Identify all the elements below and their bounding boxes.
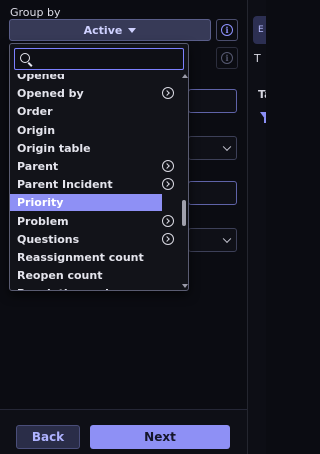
search-input[interactable] (35, 51, 180, 67)
option-label: Resolution code (17, 287, 116, 290)
group-by-info-button[interactable]: i (216, 19, 238, 41)
option-item[interactable]: Order (10, 103, 162, 120)
group-by-label: Group by (10, 6, 61, 19)
option-label: Parent (17, 160, 59, 173)
option-item[interactable]: Origin table (10, 140, 162, 157)
option-item[interactable]: Opened (10, 74, 162, 84)
filter-icon[interactable] (260, 112, 266, 123)
option-item[interactable]: Parent Incident (10, 176, 174, 193)
background-select[interactable] (188, 136, 237, 160)
chevron-down-icon (222, 142, 232, 152)
background-input-field[interactable] (188, 89, 237, 113)
chevron-down-icon (222, 234, 232, 244)
option-item[interactable]: Parent (10, 158, 174, 175)
option-label: Opened (17, 74, 65, 82)
option-item[interactable]: Questions (10, 231, 174, 248)
option-item[interactable]: Opened by (10, 85, 174, 102)
option-label: Questions (17, 232, 80, 246)
option-label: Priority (17, 196, 64, 210)
option-label: Parent Incident (17, 178, 113, 192)
back-button[interactable]: Back (16, 425, 80, 449)
group-by-selected-value: Active (83, 23, 123, 37)
option-item[interactable]: Reopen count (10, 267, 162, 284)
chevron-right-circle-icon[interactable] (162, 160, 174, 172)
option-label: Opened by (17, 87, 84, 101)
dropdown-search[interactable] (14, 48, 184, 70)
right-panel-text: T (254, 52, 261, 65)
chevron-right-circle-icon[interactable] (162, 178, 174, 191)
option-item[interactable]: Origin (10, 122, 162, 139)
background-input-field[interactable] (188, 181, 237, 205)
option-item[interactable]: Resolution code (10, 285, 162, 290)
info-icon: i (221, 24, 233, 36)
group-by-select[interactable]: Active (9, 19, 211, 41)
right-panel-tab[interactable]: E (253, 16, 266, 44)
chevron-right-circle-icon[interactable] (162, 214, 174, 227)
option-list: Opened Opened by Order Origin Origin table Pa… (10, 74, 180, 290)
right-side-panel: E T Ta (247, 0, 266, 454)
scroll-up-icon[interactable] (182, 74, 188, 78)
option-label: Origin (17, 123, 56, 137)
search-icon (20, 53, 30, 63)
option-label: Reopen count (17, 269, 103, 283)
option-label: Problem (17, 214, 69, 228)
option-label: Origin table (17, 141, 91, 155)
chevron-right-circle-icon[interactable] (162, 232, 174, 245)
info-icon: i (221, 52, 233, 64)
group-by-dropdown: Opened Opened by Order Origin Origin table Pa… (9, 43, 189, 291)
option-label: Reassignment count (17, 251, 144, 264)
right-panel-heading: Ta (258, 88, 266, 101)
option-item[interactable]: Priority (10, 194, 162, 212)
option-label: Order (17, 105, 53, 119)
next-button[interactable]: Next (90, 425, 230, 449)
scroll-down-icon[interactable] (182, 284, 188, 288)
option-item[interactable]: Problem (10, 213, 174, 230)
group-by-config-panel: E T Ta Group by Active i i Opened Opened … (0, 0, 266, 454)
caret-down-icon (128, 27, 137, 33)
scrollbar-thumb[interactable] (182, 200, 186, 226)
background-select[interactable] (188, 228, 237, 252)
chevron-right-circle-icon[interactable] (162, 87, 174, 100)
secondary-info-button[interactable]: i (216, 47, 238, 69)
option-item[interactable]: Reassignment count (10, 249, 162, 266)
dropdown-scrollbar[interactable] (181, 74, 188, 290)
